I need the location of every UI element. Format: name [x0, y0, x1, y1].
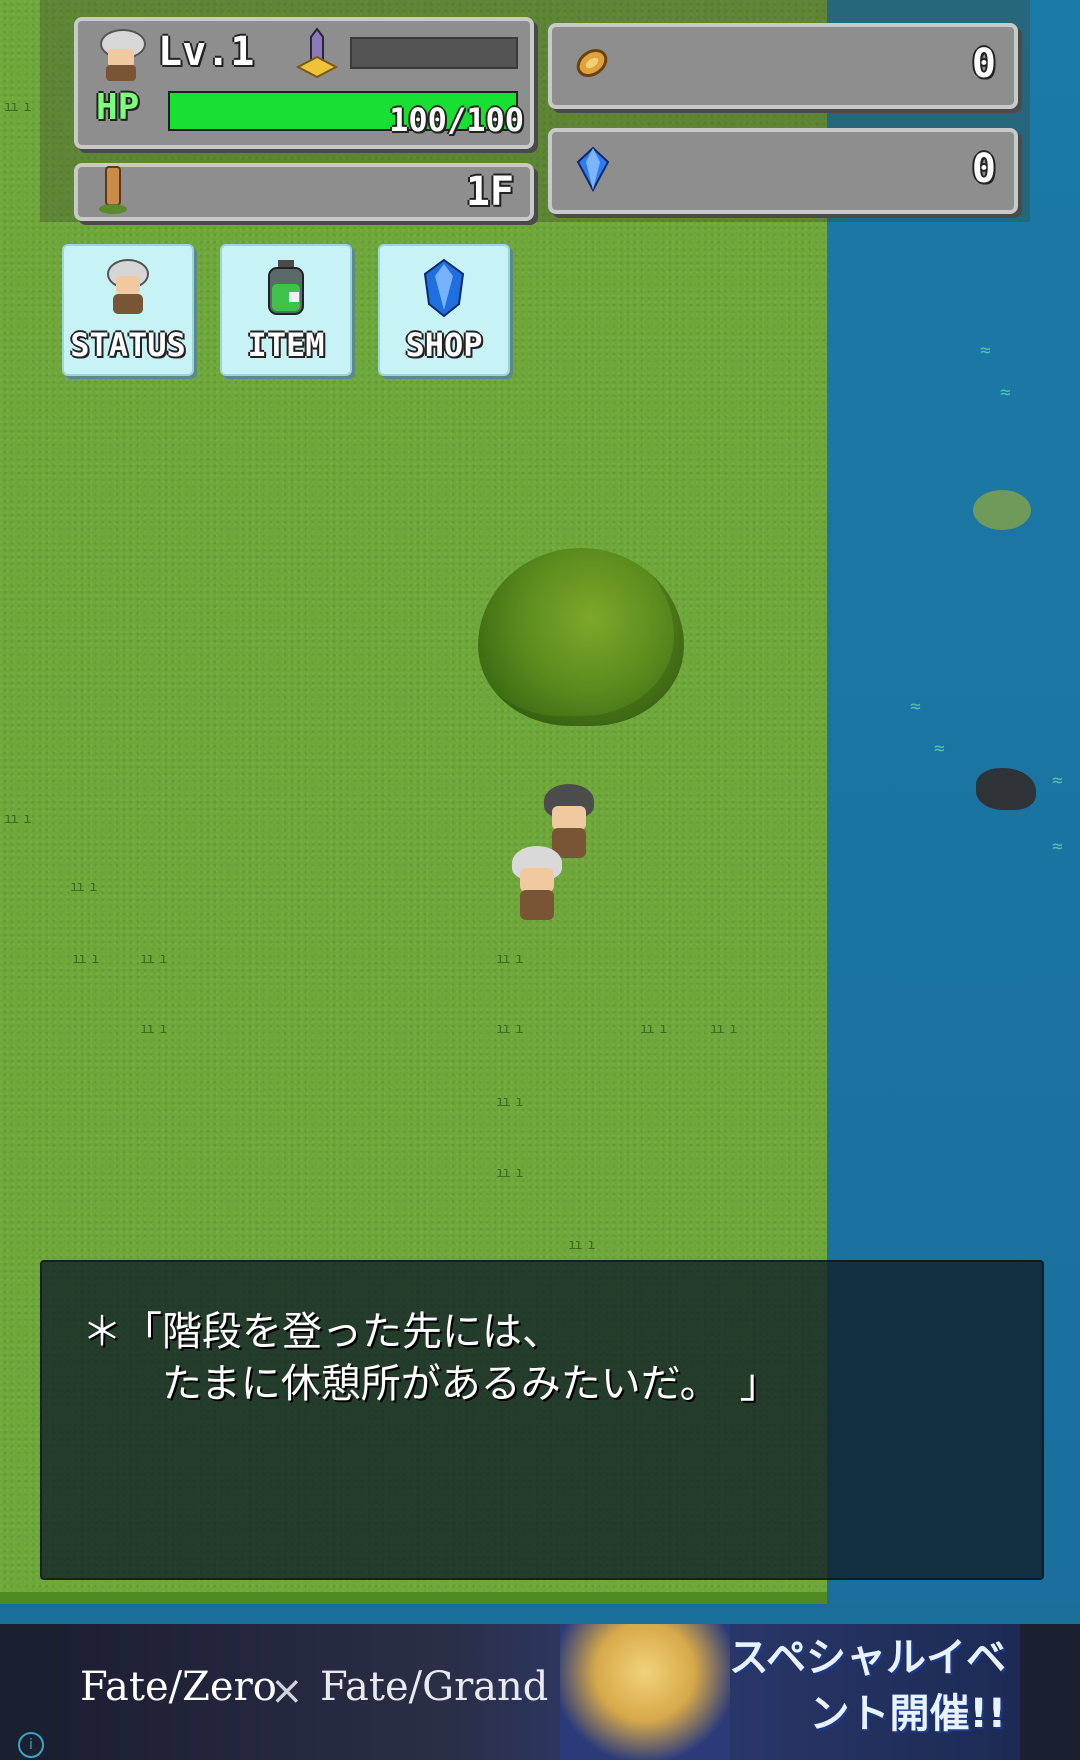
grass-tuft: ıı ı [140, 951, 168, 967]
ad-banner[interactable]: Fate/Zero × Fate/Grand Order スペシャルイベント開催… [0, 1624, 1080, 1760]
floor-value: 1F [465, 169, 514, 215]
water-sparkle: ≈ [1000, 382, 1011, 403]
ad-x-mark: × [270, 1668, 304, 1714]
grass-tuft: ıı ı [640, 1021, 668, 1037]
shop-button[interactable]: SHOP [378, 244, 510, 376]
grass-tuft: ıı ı [70, 879, 98, 895]
grass-tuft: ıı ı [4, 811, 32, 827]
grass-tuft: ıı ı [496, 1021, 524, 1037]
gem-count: 0 [971, 146, 996, 192]
item-button-label: ITEM [247, 326, 325, 364]
hero-avatar-icon [107, 259, 149, 314]
grass-tuft: ıı ı [496, 1094, 524, 1110]
ad-left-text: Fate/Zero [80, 1664, 277, 1710]
ad-right-text: スペシャルイベント開催!! [728, 1635, 1006, 1737]
crystal-icon [423, 258, 465, 318]
potion-icon [268, 260, 304, 315]
hero-avatar-icon [98, 29, 146, 81]
lily-pad [973, 490, 1031, 530]
status-button-label: STATUS [70, 326, 186, 364]
water-sparkle: ≈ [910, 696, 921, 717]
coin-panel: 0 [548, 23, 1018, 109]
dialog-box[interactable]: ＊「階段を登った先には、 たまに休憩所があるみたいだ。 」 [40, 1260, 1044, 1580]
dialog-text: ＊「階段を登った先には、 たまに休憩所があるみたいだ。 」 [82, 1309, 780, 1407]
ad-character-art [560, 1624, 730, 1760]
grass-tuft: ıı ı [496, 951, 524, 967]
grass-tuft: ıı ı [568, 1237, 596, 1253]
water-sparkle: ≈ [1052, 836, 1063, 857]
grass-tuft: ıı ı [710, 1021, 738, 1037]
water-rock [976, 768, 1036, 810]
coin-icon [576, 49, 608, 77]
grass-edge [0, 1592, 827, 1604]
grass-tuft: ıı ı [72, 951, 100, 967]
sword-icon [295, 27, 339, 79]
exp-bar [350, 37, 518, 69]
gem-panel: 0 [548, 128, 1018, 214]
water-sparkle: ≈ [934, 738, 945, 759]
shop-button-label: SHOP [405, 326, 483, 364]
player-character [506, 846, 568, 926]
hp-value: 100/100 [389, 101, 524, 139]
status-panel: Lv.1 HP 100/100 [74, 17, 534, 149]
water-strip [0, 1604, 1080, 1620]
gem-icon [576, 146, 610, 192]
grass-tuft: ıı ı [140, 1021, 168, 1037]
level-text: Lv.1 [158, 29, 255, 75]
hp-label: HP [96, 87, 140, 128]
floor-panel: 1F [74, 163, 534, 221]
tower-icon [99, 166, 127, 214]
info-icon[interactable]: i [18, 1732, 44, 1758]
water-sparkle: ≈ [980, 340, 991, 361]
status-button[interactable]: STATUS [62, 244, 194, 376]
item-button[interactable]: ITEM [220, 244, 352, 376]
grass-tuft: ıı ı [496, 1165, 524, 1181]
ad-image[interactable]: Fate/Zero × Fate/Grand Order スペシャルイベント開催… [60, 1624, 1020, 1760]
grass-tuft: ıı ı [4, 99, 32, 115]
coin-count: 0 [971, 41, 996, 87]
water-sparkle: ≈ [1052, 770, 1063, 791]
